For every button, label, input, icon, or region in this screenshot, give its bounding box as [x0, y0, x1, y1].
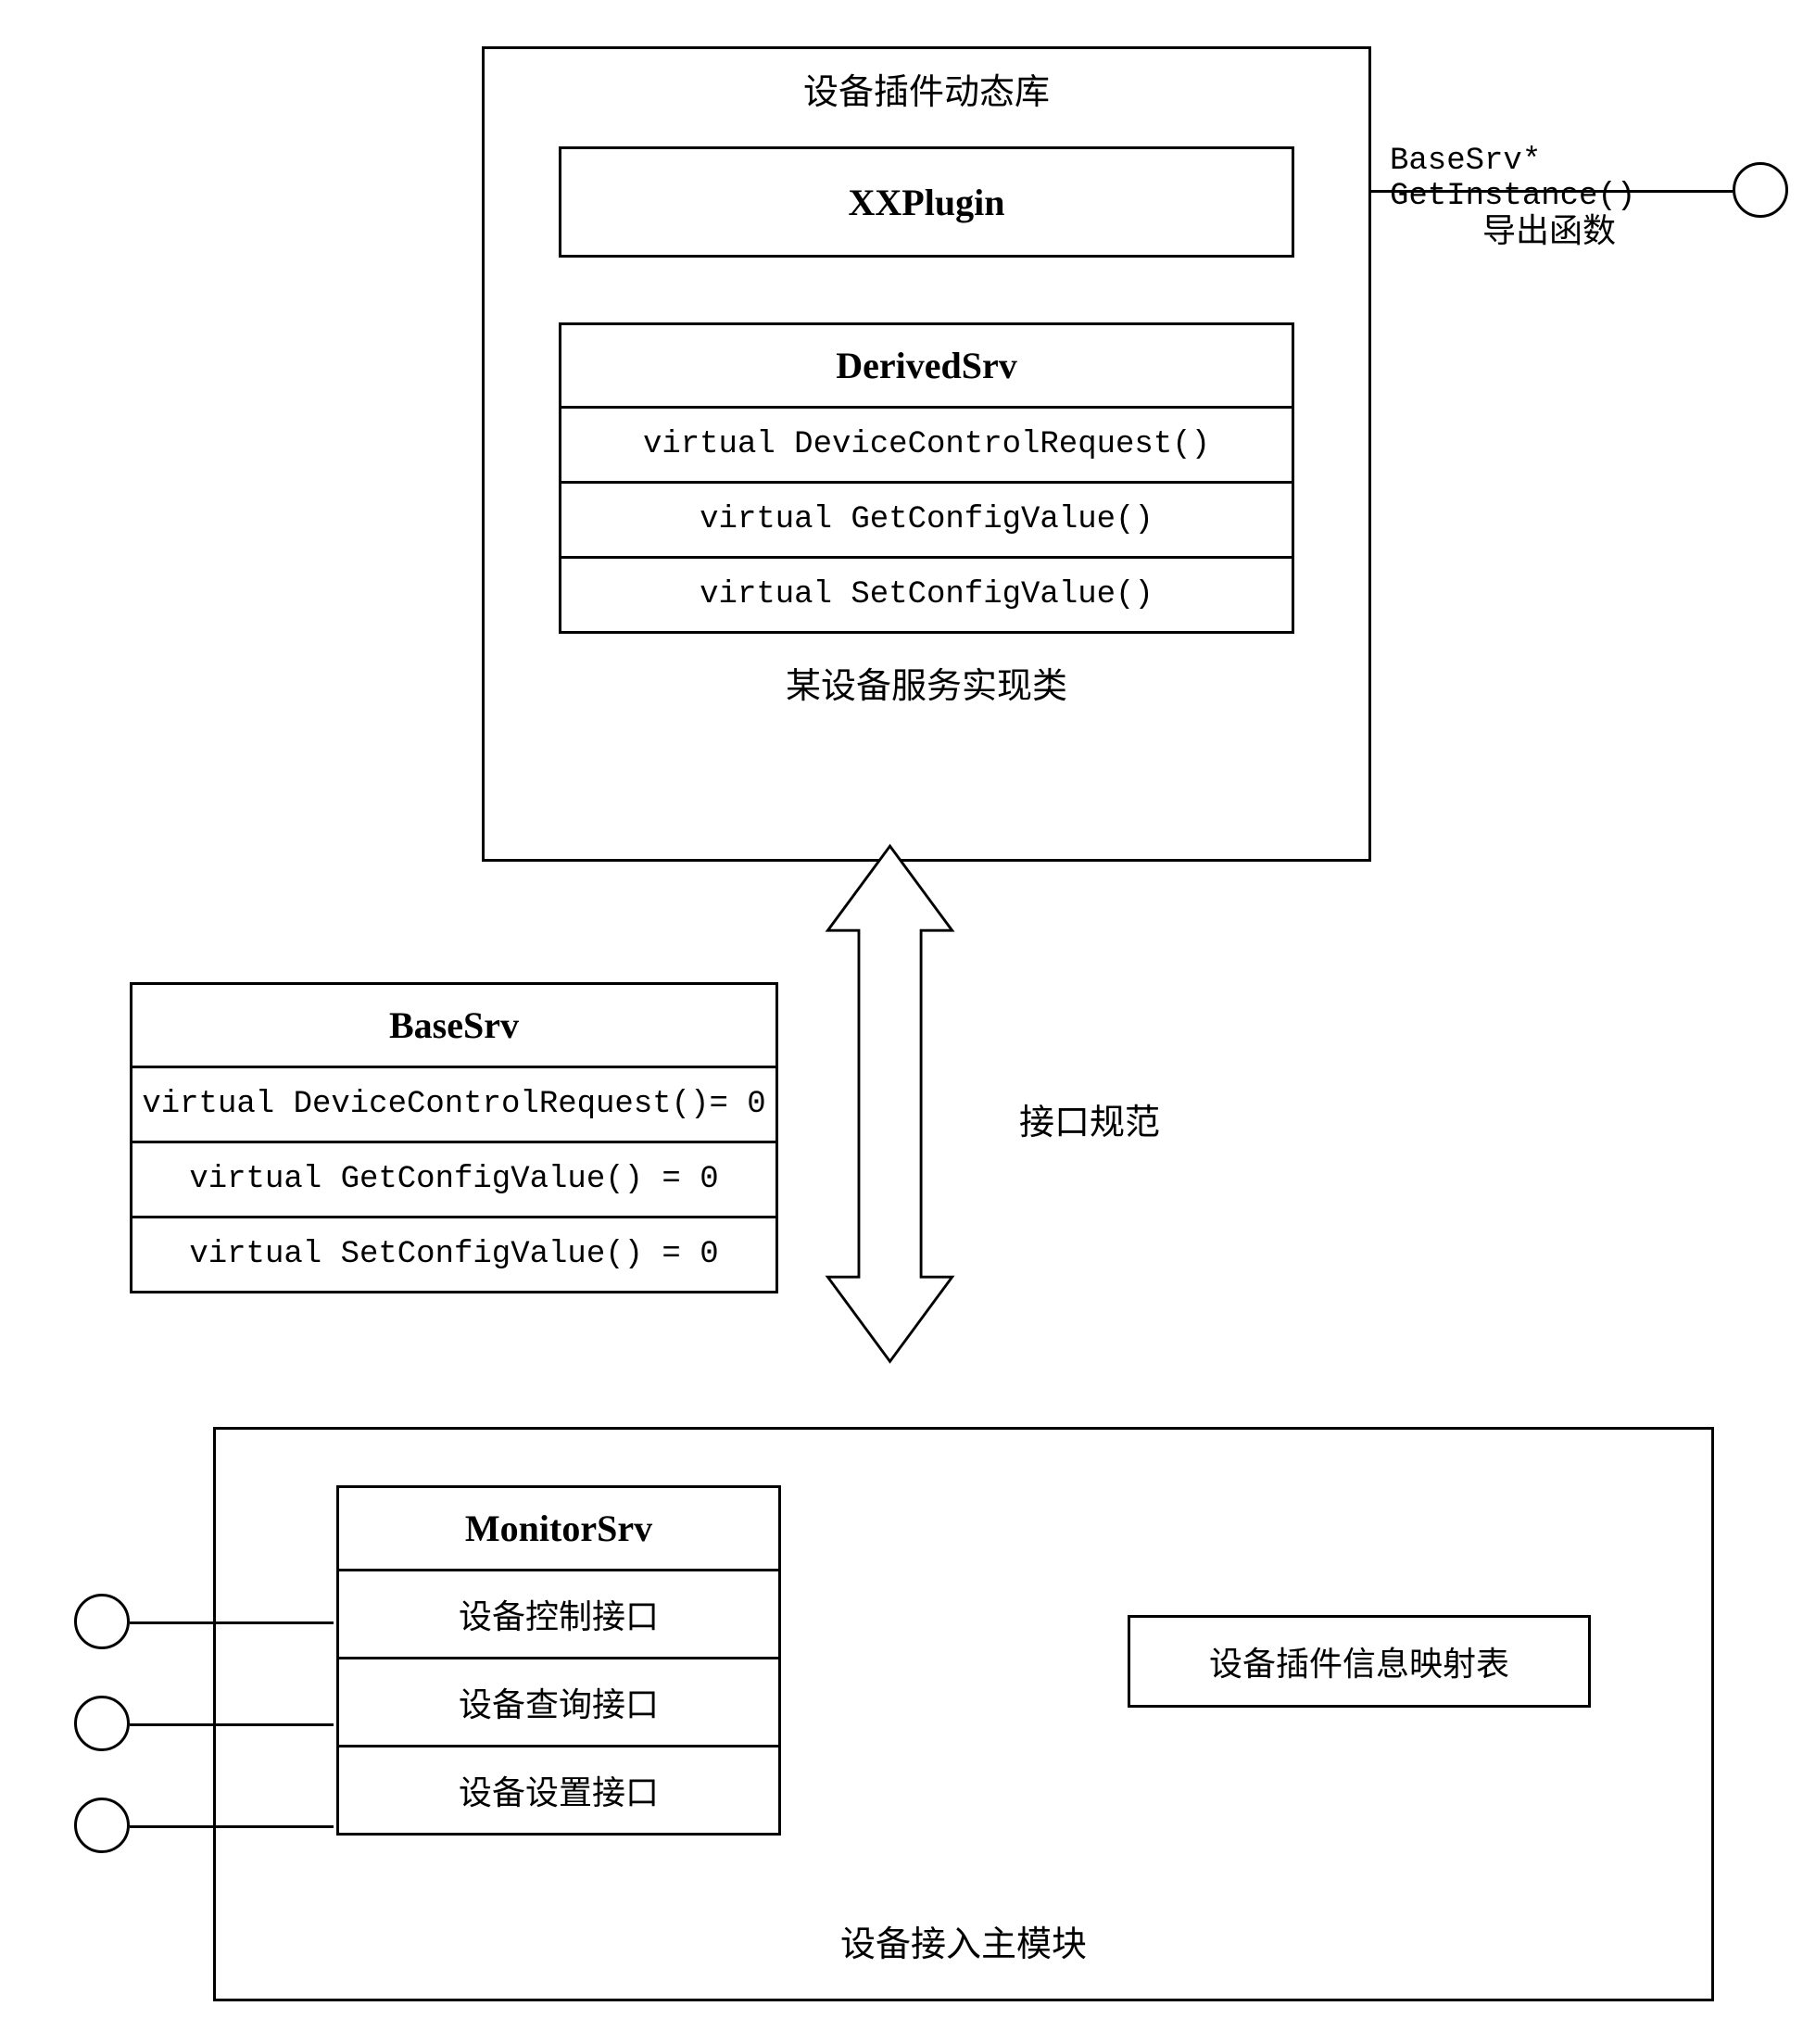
basesrv-method-0: virtual DeviceControlRequest()= 0	[132, 1066, 775, 1141]
monitorsrv-interface-1: 设备查询接口	[339, 1657, 778, 1745]
basesrv-method-1: virtual GetConfigValue() = 0	[132, 1141, 775, 1216]
export-label: 导出函数	[1482, 204, 1616, 252]
derivedsrv-class-box: DerivedSrv virtual DeviceControlRequest(…	[559, 322, 1294, 634]
device-plugin-library-box: 设备插件动态库 XXPlugin DerivedSrv virtual Devi…	[482, 46, 1371, 862]
monitorsrv-name: MonitorSrv	[339, 1488, 778, 1569]
interface-line-1	[130, 1723, 334, 1726]
derivedsrv-method-0: virtual DeviceControlRequest()	[561, 406, 1292, 481]
xxplugin-label: XXPlugin	[849, 181, 1005, 224]
export-interface-circle	[1733, 162, 1788, 218]
device-access-main-module-box: MonitorSrv 设备控制接口 设备查询接口 设备设置接口 设备插件信息映射…	[213, 1427, 1714, 2001]
xxplugin-box: XXPlugin	[559, 146, 1294, 258]
interface-circle-2	[74, 1798, 130, 1853]
basesrv-method-2: virtual SetConfigValue() = 0	[132, 1216, 775, 1291]
derivedsrv-name: DerivedSrv	[561, 325, 1292, 406]
interface-spec-label: 接口规范	[1019, 1093, 1160, 1144]
interface-line-0	[130, 1621, 334, 1624]
basesrv-class-box: BaseSrv virtual DeviceControlRequest()= …	[130, 982, 778, 1293]
derivedsrv-method-1: virtual GetConfigValue()	[561, 481, 1292, 556]
interface-line-2	[130, 1825, 334, 1828]
plugin-info-mapping-label: 设备插件信息映射表	[1209, 1637, 1509, 1685]
interface-circle-0	[74, 1594, 130, 1649]
derivedsrv-caption: 某设备服务实现类	[485, 634, 1368, 722]
plugin-info-mapping-box: 设备插件信息映射表	[1128, 1615, 1591, 1708]
basesrv-name: BaseSrv	[132, 985, 775, 1066]
monitorsrv-class-box: MonitorSrv 设备控制接口 设备查询接口 设备设置接口	[336, 1485, 781, 1836]
derivedsrv-method-2: virtual SetConfigValue()	[561, 556, 1292, 631]
monitorsrv-interface-0: 设备控制接口	[339, 1569, 778, 1657]
interface-circle-1	[74, 1696, 130, 1751]
device-access-main-module-title: 设备接入主模块	[216, 1901, 1711, 1980]
monitorsrv-interface-2: 设备设置接口	[339, 1745, 778, 1833]
device-plugin-library-title: 设备插件动态库	[485, 49, 1368, 128]
